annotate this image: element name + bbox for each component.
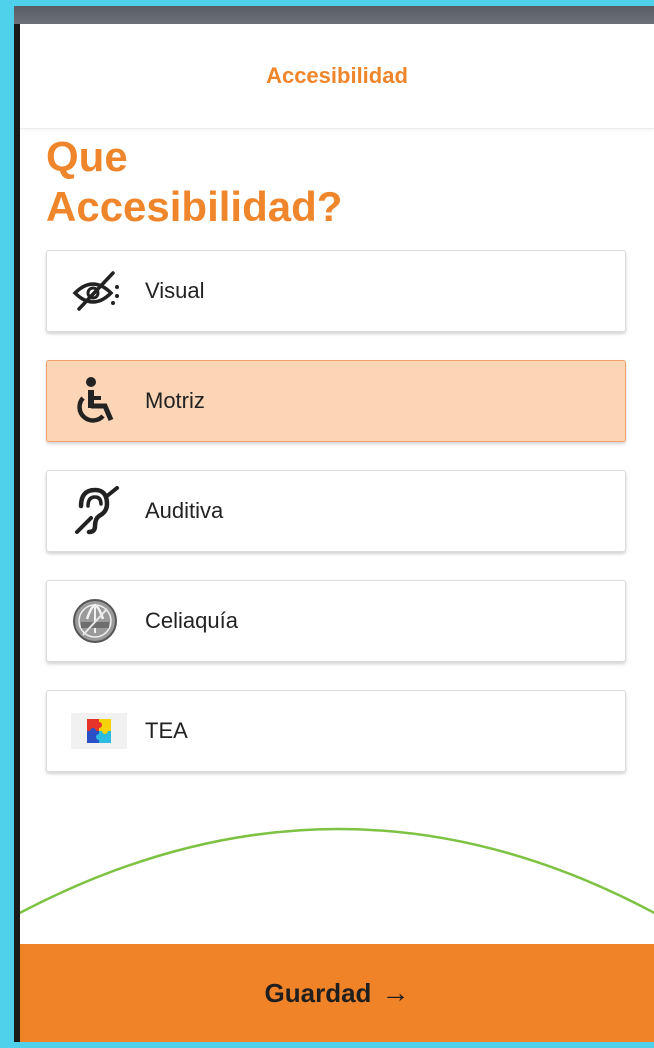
phone-screen: Accesibilidad Que Accesibilidad? Visual …	[14, 6, 654, 1042]
save-button[interactable]: Guardad →	[20, 944, 654, 1042]
save-button-label: Guardad	[264, 977, 372, 1008]
app-screen: Accesibilidad Que Accesibilidad? Visual …	[20, 24, 654, 1042]
status-bar	[14, 6, 654, 24]
decorative-arc	[20, 827, 654, 915]
arrow-right-icon: →	[381, 977, 410, 1008]
